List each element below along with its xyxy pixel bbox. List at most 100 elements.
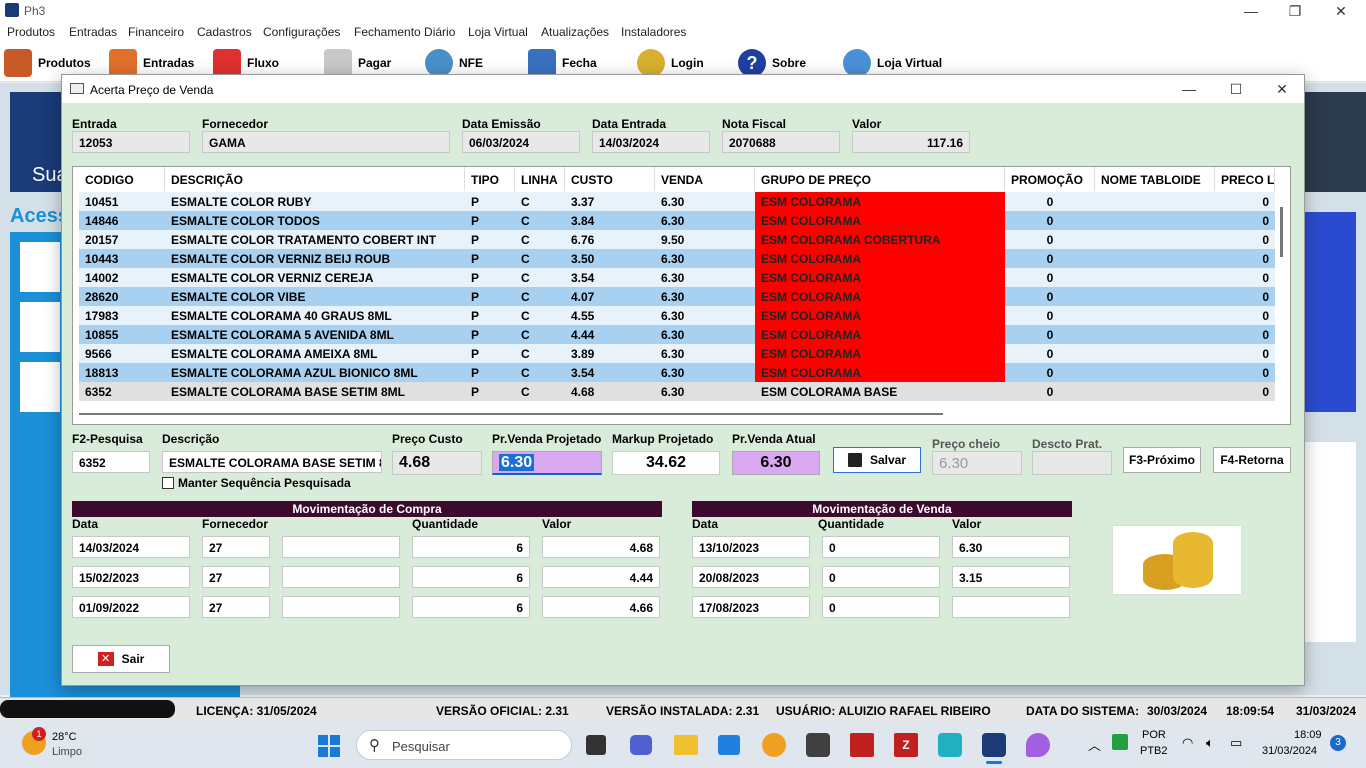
retorna-button[interactable]: F4-Retorna xyxy=(1213,447,1291,473)
venda-cell-quantidade[interactable]: 0 xyxy=(822,536,940,558)
menu-loja-virtual[interactable]: Loja Virtual xyxy=(468,25,528,39)
filezilla-icon[interactable]: Z xyxy=(894,733,918,757)
tray-app-icon[interactable] xyxy=(1112,734,1128,750)
chevron-up-icon[interactable]: ︿ xyxy=(1088,735,1101,754)
compra-cell-nome[interactable] xyxy=(282,596,400,618)
venda-cell-valor[interactable]: 3.15 xyxy=(952,566,1070,588)
compra-cell-quantidade[interactable]: 6 xyxy=(412,566,530,588)
monitor-icon[interactable] xyxy=(20,362,60,412)
compra-cell-data[interactable]: 14/03/2024 xyxy=(72,536,190,558)
lang-indicator[interactable]: POR xyxy=(1142,729,1166,741)
store-icon[interactable] xyxy=(718,735,740,755)
dialog-maximize-icon[interactable]: ☐ xyxy=(1213,78,1259,100)
menu-instaladores[interactable]: Instaladores xyxy=(621,25,686,39)
venda-cell-data[interactable]: 17/08/2023 xyxy=(692,596,810,618)
volume-icon[interactable]: 🔈︎ xyxy=(1206,735,1214,751)
compra-cell-data[interactable]: 01/09/2022 xyxy=(72,596,190,618)
salvar-button[interactable]: Salvar xyxy=(833,447,921,473)
menu-produtos[interactable]: Produtos xyxy=(7,25,55,39)
menu-configuracoes[interactable]: Configurações xyxy=(263,25,340,39)
compra-cell-nome[interactable] xyxy=(282,566,400,588)
table-row[interactable]: 14846 ESMALTE COLOR TODOS P C 3.84 6.30 ESM CO… xyxy=(79,211,1275,230)
valor-field[interactable]: 117.16 xyxy=(852,131,970,153)
data-entrada-field[interactable]: 14/03/2024 xyxy=(592,131,710,153)
data-emissao-field[interactable]: 06/03/2024 xyxy=(462,131,580,153)
proximo-button[interactable]: F3-Próximo xyxy=(1123,447,1201,473)
col-linha[interactable]: LINHA xyxy=(515,167,565,191)
col-descricao[interactable]: DESCRIÇÃO xyxy=(165,167,465,191)
dialog-close-icon[interactable]: ✕ xyxy=(1259,78,1305,100)
table-row[interactable]: 6352 ESMALTE COLORAMA BASE SETIM 8ML P C 4.6… xyxy=(79,382,1275,401)
table-row[interactable]: 17983 ESMALTE COLORAMA 40 GRAUS 8ML P C 4.55… xyxy=(79,306,1275,325)
descricao-input[interactable]: ESMALTE COLORAMA BASE SETIM 8M xyxy=(162,451,382,473)
dialog-minimize-icon[interactable]: — xyxy=(1166,78,1212,100)
table-row[interactable]: 9566 ESMALTE COLORAMA AMEIXA 8ML P C 3.89 6.3… xyxy=(79,344,1275,363)
menu-entradas[interactable]: Entradas xyxy=(69,25,117,39)
battery-icon[interactable]: ▭ xyxy=(1230,735,1242,751)
compra-cell-nome[interactable] xyxy=(282,536,400,558)
table-row[interactable]: 10451 ESMALTE COLOR RUBY P C 3.37 6.30 ESM COL… xyxy=(79,192,1275,211)
preco-custo-field[interactable]: 4.68 xyxy=(392,451,482,475)
compra-cell-valor[interactable]: 4.44 xyxy=(542,566,660,588)
venda-cell-data[interactable]: 20/08/2023 xyxy=(692,566,810,588)
compra-cell-fornecedor[interactable]: 27 xyxy=(202,536,270,558)
product-grid[interactable]: CODIGO DESCRIÇÃO TIPO LINHA CUSTO VENDA … xyxy=(72,166,1291,425)
menu-cadastros[interactable]: Cadastros xyxy=(197,25,252,39)
venda-cell-quantidade[interactable]: 0 xyxy=(822,566,940,588)
teams-icon[interactable] xyxy=(630,735,652,755)
app-teal-icon[interactable] xyxy=(938,733,962,757)
col-promocao[interactable]: PROMOÇÃO xyxy=(1005,167,1095,191)
table-row[interactable]: 18813 ESMALTE COLORAMA AZUL BIONICO 8ML P C… xyxy=(79,363,1275,382)
venda-cell-valor[interactable] xyxy=(952,596,1070,618)
col-grupo-preco[interactable]: GRUPO DE PREÇO xyxy=(755,167,1005,191)
browser-icon[interactable] xyxy=(762,733,786,757)
col-codigo[interactable]: CODIGO xyxy=(79,167,165,191)
ph3-app-icon[interactable] xyxy=(982,733,1006,757)
minimize-icon[interactable]: — xyxy=(1228,0,1274,22)
restore-icon[interactable]: ❐ xyxy=(1272,0,1318,22)
markup-projetado-input[interactable]: 34.62 xyxy=(612,451,720,475)
shortcut-icon[interactable] xyxy=(20,242,60,292)
compra-cell-valor[interactable]: 4.66 xyxy=(542,596,660,618)
app-purple-icon[interactable] xyxy=(1026,733,1050,757)
file-explorer-icon[interactable] xyxy=(674,735,698,755)
taskbar-search-box[interactable]: ⚲ Pesquisar xyxy=(356,730,572,760)
pesquisa-input[interactable]: 6352 xyxy=(72,451,150,473)
compra-cell-valor[interactable]: 4.68 xyxy=(542,536,660,558)
venda-cell-quantidade[interactable]: 0 xyxy=(822,596,940,618)
col-venda[interactable]: VENDA xyxy=(655,167,755,191)
sair-button[interactable]: ✕ Sair xyxy=(72,645,170,673)
table-row[interactable]: 14002 ESMALTE COLOR VERNIZ CEREJA P C 3.54 6.… xyxy=(79,268,1275,287)
col-custo[interactable]: CUSTO xyxy=(565,167,655,191)
wifi-icon[interactable]: ◠ xyxy=(1182,735,1193,751)
compra-cell-data[interactable]: 15/02/2023 xyxy=(72,566,190,588)
nota-fiscal-field[interactable]: 2070688 xyxy=(722,131,840,153)
table-row[interactable]: 10443 ESMALTE COLOR VERNIZ BEIJ ROUB P C 3.5… xyxy=(79,249,1275,268)
app-icon[interactable] xyxy=(806,733,830,757)
compra-cell-fornecedor[interactable]: 27 xyxy=(202,566,270,588)
whatsapp-icon[interactable] xyxy=(20,302,60,352)
grid-vertical-scrollbar[interactable] xyxy=(1280,207,1283,257)
windows-start-icon[interactable] xyxy=(318,735,340,757)
pr-venda-projetado-input[interactable]: 6.30 xyxy=(492,451,602,475)
compra-cell-quantidade[interactable]: 6 xyxy=(412,596,530,618)
venda-cell-data[interactable]: 13/10/2023 xyxy=(692,536,810,558)
keyboard-layout[interactable]: PTB2 xyxy=(1140,745,1168,757)
clock-time[interactable]: 18:09 xyxy=(1294,729,1322,741)
table-row[interactable]: 20157 ESMALTE COLOR TRATAMENTO COBERT INT… xyxy=(79,230,1275,249)
close-icon[interactable]: ✕ xyxy=(1318,0,1364,22)
menu-atualizacoes[interactable]: Atualizações xyxy=(541,25,609,39)
notification-badge[interactable]: 3 xyxy=(1330,735,1346,751)
menu-financeiro[interactable]: Financeiro xyxy=(128,25,184,39)
clock-date[interactable]: 31/03/2024 xyxy=(1262,745,1317,757)
venda-cell-valor[interactable]: 6.30 xyxy=(952,536,1070,558)
table-row[interactable]: 28620 ESMALTE COLOR VIBE P C 4.07 6.30 ESM COL… xyxy=(79,287,1275,306)
task-view-icon[interactable] xyxy=(586,735,606,755)
app-red-icon[interactable] xyxy=(850,733,874,757)
col-tipo[interactable]: TIPO xyxy=(465,167,515,191)
menu-fechamento-diario[interactable]: Fechamento Diário xyxy=(354,25,455,39)
manter-sequencia-checkbox[interactable] xyxy=(162,477,174,489)
compra-cell-quantidade[interactable]: 6 xyxy=(412,536,530,558)
fornecedor-field[interactable]: GAMA xyxy=(202,131,450,153)
entrada-field[interactable]: 12053 xyxy=(72,131,190,153)
